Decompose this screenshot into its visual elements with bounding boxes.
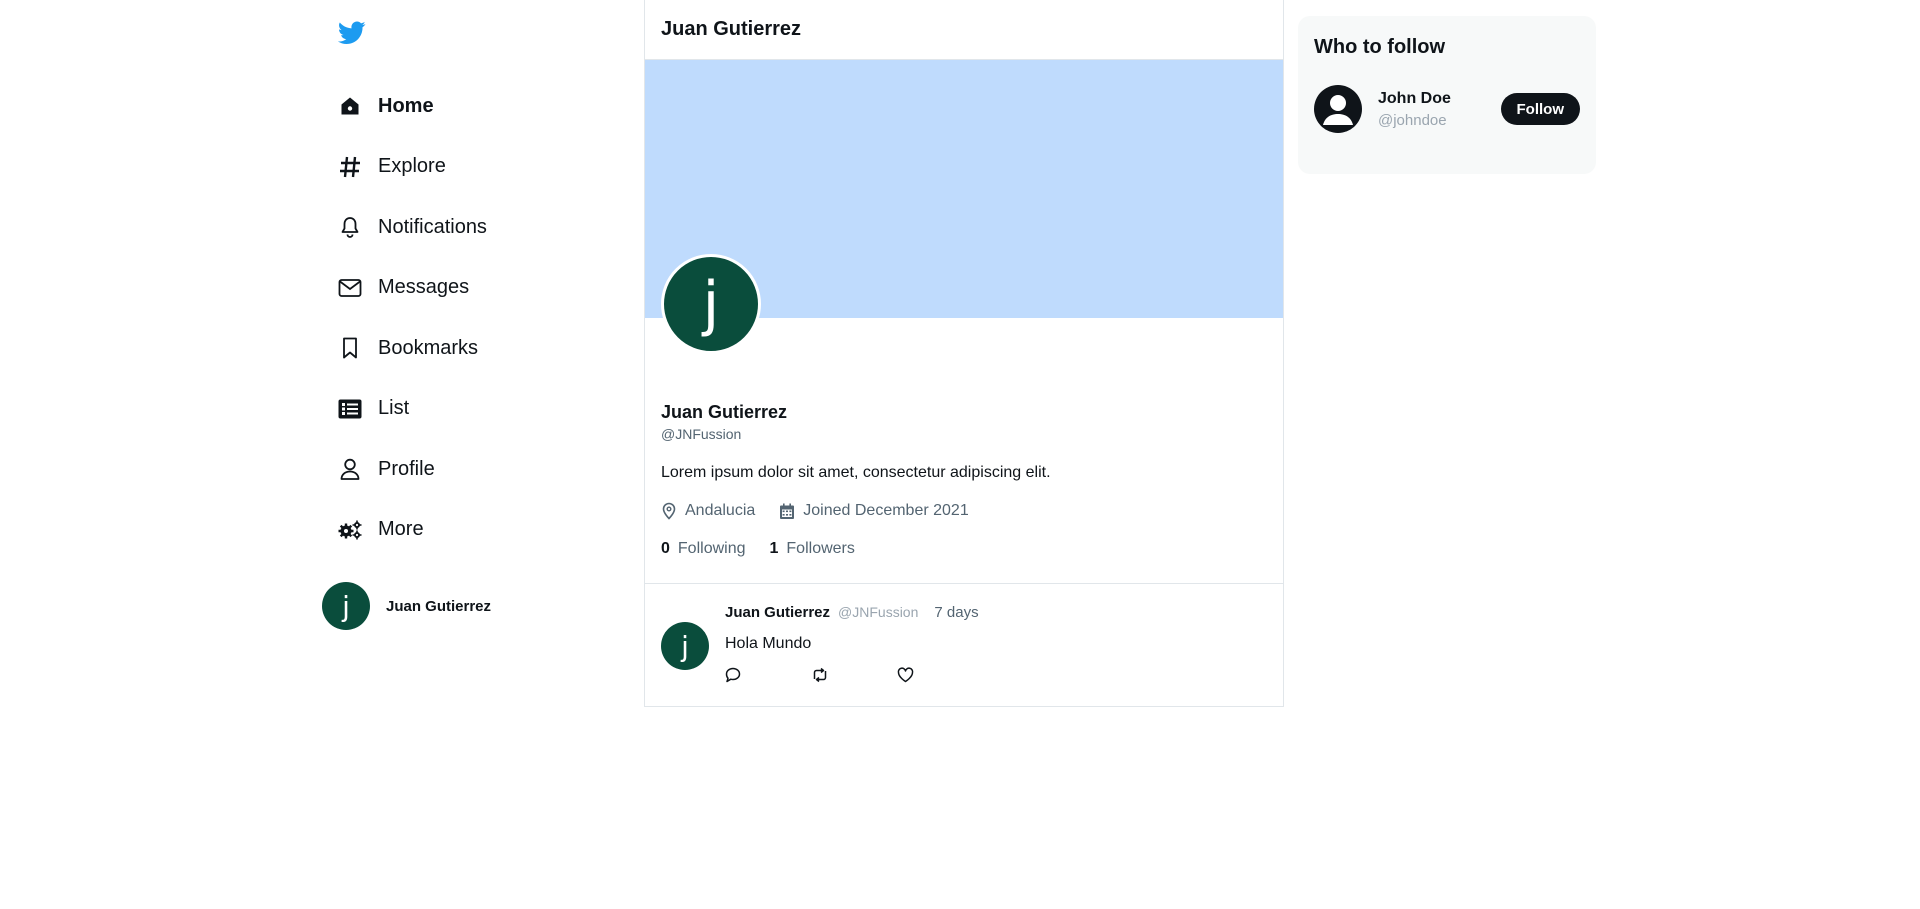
nav-label-list: List xyxy=(378,397,410,420)
profile-avatar[interactable]: j xyxy=(661,254,761,354)
nav-label-explore: Explore xyxy=(378,155,446,178)
tweet[interactable]: j Juan Gutierrez @JNFussion 7 days Hola … xyxy=(645,583,1283,707)
nav-item-more[interactable]: More xyxy=(338,500,487,561)
nav-label-home: Home xyxy=(378,94,434,117)
tweet-header: Juan Gutierrez @JNFussion 7 days xyxy=(725,604,983,621)
nav-label-messages: Messages xyxy=(378,276,470,299)
nav-item-home[interactable]: Home xyxy=(338,76,487,137)
nav-label-profile: Profile xyxy=(378,457,435,480)
profile-handle: @JNFussion xyxy=(661,426,742,442)
followers-count: 1 xyxy=(769,540,779,557)
gears-icon xyxy=(338,518,362,542)
joined-text: Joined December 2021 xyxy=(803,502,969,519)
nav-item-messages[interactable]: Messages xyxy=(338,258,487,319)
nav-item-profile[interactable]: Profile xyxy=(338,439,487,500)
avatar: j xyxy=(322,582,370,630)
tweet-text: Hola Mundo xyxy=(725,635,812,652)
tweet-actions xyxy=(725,665,983,685)
profile-column: Juan Gutierrez j Juan Gutierrez @JNFussi… xyxy=(644,0,1284,707)
following-count: 0 xyxy=(661,540,670,557)
profile-location: Andalucia xyxy=(661,502,755,520)
retweet-icon xyxy=(813,667,827,683)
tweet-handle: @JNFussion xyxy=(838,604,919,620)
nav-label-notifications: Notifications xyxy=(378,215,487,238)
nav-label-more: More xyxy=(378,518,424,541)
default-user-avatar-icon xyxy=(1314,85,1362,133)
following-label: Following xyxy=(677,540,746,557)
nav-item-bookmarks[interactable]: Bookmarks xyxy=(338,318,487,379)
profile-info: Juan Gutierrez @JNFussion Lorem ipsum do… xyxy=(661,400,1261,558)
envelope-icon xyxy=(338,276,362,300)
nav-item-list[interactable]: List xyxy=(338,379,487,440)
list-icon xyxy=(338,397,362,421)
main-nav: Home Explore Notifications Messages Book… xyxy=(338,76,487,560)
nav-label-bookmarks: Bookmarks xyxy=(378,336,479,359)
suggestion-name: John Doe xyxy=(1378,89,1451,107)
user-icon xyxy=(338,457,362,481)
follow-suggestion[interactable]: John Doe @johndoe Follow xyxy=(1314,84,1580,134)
tweet-time: 7 days xyxy=(934,604,979,621)
who-to-follow-panel: Who to follow John Doe @johndoe Follow xyxy=(1298,16,1596,174)
followers-link[interactable]: 1 Followers xyxy=(770,540,855,558)
hashtag-icon xyxy=(338,155,362,179)
like-button[interactable] xyxy=(897,665,983,685)
reply-button[interactable] xyxy=(725,665,811,685)
nav-item-explore[interactable]: Explore xyxy=(338,137,487,198)
profile-joined: Joined December 2021 xyxy=(779,502,969,520)
suggestion-info: John Doe @johndoe xyxy=(1378,90,1451,129)
account-switcher[interactable]: j Juan Gutierrez xyxy=(322,582,491,630)
retweet-button[interactable] xyxy=(811,665,897,685)
bookmark-icon xyxy=(338,336,362,360)
profile-stats: 0 Following 1 Followers xyxy=(661,540,1261,558)
followers-label: Followers xyxy=(786,540,855,557)
who-to-follow-title: Who to follow xyxy=(1314,36,1446,58)
home-icon xyxy=(338,94,362,118)
page-title: Juan Gutierrez xyxy=(645,0,1283,60)
suggestion-handle: @johndoe xyxy=(1378,111,1447,129)
bell-icon xyxy=(338,215,362,239)
following-link[interactable]: 0 Following xyxy=(661,540,746,558)
comment-icon xyxy=(725,667,741,683)
tweet-body: Juan Gutierrez @JNFussion 7 days Hola Mu… xyxy=(725,604,983,685)
follow-button[interactable]: Follow xyxy=(1500,93,1580,125)
calendar-icon xyxy=(780,503,795,519)
profile-meta: Andalucia Joined December 2021 xyxy=(661,502,1261,520)
heart-icon xyxy=(897,667,914,683)
tweet-avatar[interactable]: j xyxy=(661,622,709,670)
profile-name: Juan Gutierrez xyxy=(661,402,788,422)
location-pin-icon xyxy=(662,502,676,520)
nav-item-notifications[interactable]: Notifications xyxy=(338,197,487,258)
location-text: Andalucia xyxy=(685,502,756,519)
tweet-author[interactable]: Juan Gutierrez xyxy=(725,604,830,621)
account-name: Juan Gutierrez xyxy=(386,597,492,615)
twitter-logo-icon[interactable] xyxy=(338,18,368,48)
profile-bio: Lorem ipsum dolor sit amet, consectetur … xyxy=(661,464,1051,481)
